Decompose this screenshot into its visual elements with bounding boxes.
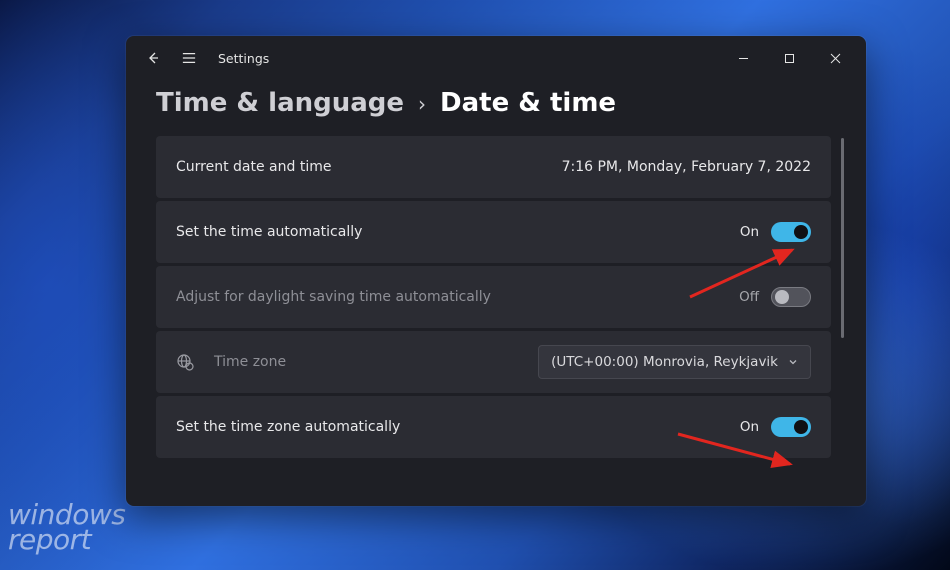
dst-state: Off bbox=[739, 289, 759, 305]
close-icon bbox=[830, 53, 841, 64]
row-timezone: Time zone (UTC+00:00) Monrovia, Reykjavi… bbox=[156, 331, 831, 393]
maximize-icon bbox=[784, 53, 795, 64]
watermark: windows report bbox=[8, 502, 125, 552]
settings-list: Current date and time 7:16 PM, Monday, F… bbox=[156, 136, 831, 506]
content: Current date and time 7:16 PM, Monday, F… bbox=[126, 136, 866, 506]
auto-time-label: Set the time automatically bbox=[176, 224, 362, 240]
row-current-datetime: Current date and time 7:16 PM, Monday, F… bbox=[156, 136, 831, 198]
row-auto-timezone: Set the time zone automatically On bbox=[156, 396, 831, 458]
timezone-label: Time zone bbox=[214, 354, 286, 370]
auto-time-state: On bbox=[740, 224, 759, 240]
current-datetime-label: Current date and time bbox=[176, 159, 331, 175]
dst-toggle-wrap: Off bbox=[739, 287, 811, 307]
maximize-button[interactable] bbox=[766, 42, 812, 74]
minimize-icon bbox=[738, 53, 749, 64]
timezone-dropdown[interactable]: (UTC+00:00) Monrovia, Reykjavik bbox=[538, 345, 811, 379]
toggle-knob bbox=[794, 420, 808, 434]
breadcrumb-separator: › bbox=[418, 92, 426, 116]
auto-tz-toggle-wrap: On bbox=[740, 417, 811, 437]
auto-time-toggle-wrap: On bbox=[740, 222, 811, 242]
menu-button[interactable] bbox=[182, 51, 196, 65]
current-datetime-value: 7:16 PM, Monday, February 7, 2022 bbox=[562, 159, 811, 175]
timezone-selected: (UTC+00:00) Monrovia, Reykjavik bbox=[551, 354, 778, 370]
page-title: Date & time bbox=[440, 88, 616, 118]
close-button[interactable] bbox=[812, 42, 858, 74]
back-button[interactable] bbox=[146, 51, 160, 65]
app-title: Settings bbox=[218, 51, 269, 66]
titlebar-left: Settings bbox=[146, 51, 269, 66]
scrollbar[interactable] bbox=[841, 138, 844, 338]
toggle-knob bbox=[775, 290, 789, 304]
toggle-knob bbox=[794, 225, 808, 239]
auto-tz-label: Set the time zone automatically bbox=[176, 419, 400, 435]
auto-tz-toggle[interactable] bbox=[771, 417, 811, 437]
hamburger-icon bbox=[182, 51, 196, 65]
settings-window: Settings Time & language › Date & time C… bbox=[126, 36, 866, 506]
breadcrumb: Time & language › Date & time bbox=[126, 80, 866, 136]
auto-tz-state: On bbox=[740, 419, 759, 435]
row-dst: Adjust for daylight saving time automati… bbox=[156, 266, 831, 328]
dst-label: Adjust for daylight saving time automati… bbox=[176, 289, 491, 305]
breadcrumb-parent[interactable]: Time & language bbox=[156, 88, 404, 118]
row-auto-time: Set the time automatically On bbox=[156, 201, 831, 263]
chevron-down-icon bbox=[788, 357, 798, 367]
window-controls bbox=[720, 42, 858, 74]
auto-time-toggle[interactable] bbox=[771, 222, 811, 242]
minimize-button[interactable] bbox=[720, 42, 766, 74]
titlebar: Settings bbox=[126, 36, 866, 80]
arrow-left-icon bbox=[146, 51, 160, 65]
globe-icon bbox=[176, 353, 194, 371]
dst-toggle[interactable] bbox=[771, 287, 811, 307]
